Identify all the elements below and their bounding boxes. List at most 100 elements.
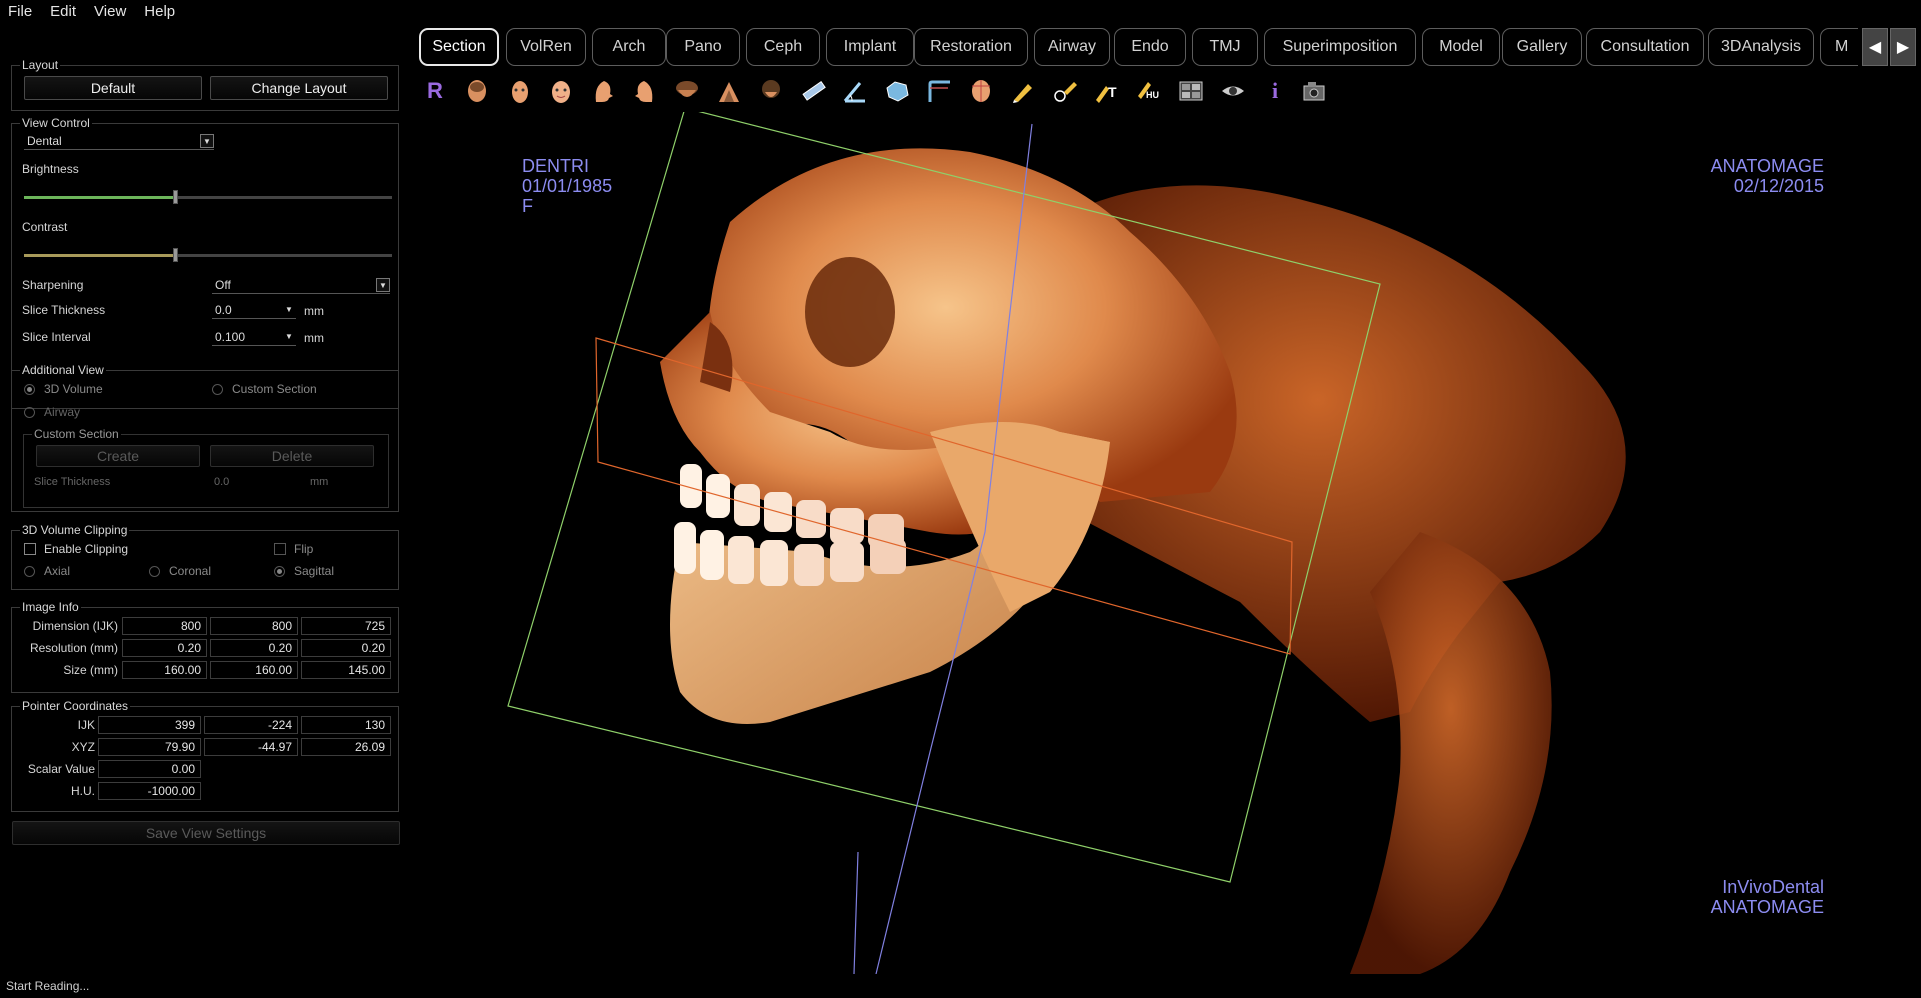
chevron-down-icon[interactable]: ▼ [282, 303, 296, 317]
tab-volren[interactable]: VolRen [506, 28, 586, 66]
tab-consultation[interactable]: Consultation [1586, 28, 1704, 66]
pointer-k: 130 [301, 716, 391, 734]
text-icon[interactable]: T [1092, 76, 1122, 106]
face-front-icon[interactable] [462, 76, 492, 106]
hu-icon[interactable]: HU [1134, 76, 1164, 106]
chevron-down-icon[interactable]: ▼ [376, 278, 390, 292]
pencil-circle-icon[interactable] [1050, 76, 1080, 106]
angle-icon[interactable] [840, 76, 870, 106]
clipping-title: 3D Volume Clipping [20, 523, 130, 537]
face-measure-icon[interactable] [966, 76, 996, 106]
camera-icon[interactable] [1300, 76, 1330, 106]
radio-custom-section-label: Custom Section [232, 382, 317, 396]
chevron-down-icon[interactable]: ▼ [200, 134, 214, 148]
face-right-icon[interactable] [546, 76, 576, 106]
reset-icon[interactable]: R [420, 76, 450, 106]
tab-more[interactable]: M [1820, 28, 1858, 66]
ruler-icon[interactable] [798, 76, 828, 106]
tab-scroll-right-button[interactable]: ▶ [1890, 28, 1916, 66]
tab-pano[interactable]: Pano [666, 28, 740, 66]
info-icon[interactable]: i [1260, 76, 1290, 106]
view-mode-dropdown[interactable]: Dental ▼ [24, 134, 214, 150]
eye-icon[interactable] [1218, 76, 1248, 106]
contrast-label: Contrast [22, 220, 68, 234]
delete-button[interactable]: Delete [210, 445, 374, 467]
default-layout-button[interactable]: Default [24, 76, 202, 100]
view-toolbar: R T HU i [420, 72, 1400, 110]
curve-icon[interactable] [924, 76, 954, 106]
layout-group: Layout Default Change Layout [11, 58, 399, 111]
menu-edit[interactable]: Edit [42, 3, 86, 20]
image-info-title: Image Info [20, 600, 81, 614]
chevron-down-icon[interactable]: ▼ [282, 330, 296, 344]
tab-endo[interactable]: Endo [1114, 28, 1186, 66]
resolution-i: 0.20 [122, 639, 207, 657]
xyz-label: XYZ [71, 740, 95, 754]
save-view-settings-button[interactable]: Save View Settings [12, 821, 400, 845]
radio-axial[interactable] [24, 566, 35, 577]
radio-3d-volume[interactable] [24, 384, 35, 395]
tab-tmj[interactable]: TMJ [1192, 28, 1258, 66]
contrast-thumb[interactable] [173, 248, 178, 262]
skull-left-icon[interactable] [672, 76, 702, 106]
ijk-label: IJK [77, 718, 95, 732]
flip-label: Flip [294, 542, 314, 556]
tab-ceph[interactable]: Ceph [746, 28, 820, 66]
tab-3danalysis[interactable]: 3DAnalysis [1708, 28, 1814, 66]
face-bottom-icon[interactable] [630, 76, 660, 106]
tab-arch[interactable]: Arch [592, 28, 666, 66]
slice-interval-input[interactable]: 0.100 ▼ [212, 330, 296, 346]
tab-section[interactable]: Section [419, 28, 499, 66]
size-i: 160.00 [122, 661, 207, 679]
radio-coronal-label: Coronal [169, 564, 212, 578]
tab-superimposition[interactable]: Superimposition [1264, 28, 1416, 66]
contrast-slider[interactable] [24, 248, 392, 262]
tab-implant[interactable]: Implant [826, 28, 914, 66]
layout-group-title: Layout [20, 58, 61, 72]
3d-viewport[interactable]: DENTRI 01/01/1985 F ANATOMAGE 02/12/2015… [410, 112, 1921, 974]
flip-checkbox[interactable] [274, 543, 286, 555]
status-bar-text: Start Reading... [6, 979, 90, 993]
brightness-thumb[interactable] [173, 190, 178, 204]
radio-sagittal[interactable] [274, 566, 285, 577]
tab-airway[interactable]: Airway [1034, 28, 1110, 66]
clipping-group: 3D Volume Clipping Enable Clipping Flip … [11, 523, 399, 590]
slice-thickness-value: 0.0 [215, 303, 232, 317]
area-icon[interactable] [882, 76, 912, 106]
tab-gallery[interactable]: Gallery [1502, 28, 1582, 66]
hu-label: H.U. [71, 784, 95, 798]
slice-thickness-input[interactable]: 0.0 ▼ [212, 303, 296, 319]
skull-right-icon[interactable] [714, 76, 744, 106]
custom-slice-thickness-value[interactable]: 0.0 [214, 476, 229, 488]
skull-volume-render[interactable] [410, 112, 1921, 974]
layout-icon[interactable] [1176, 76, 1206, 106]
resolution-j: 0.20 [210, 639, 298, 657]
brightness-slider[interactable] [24, 190, 392, 204]
left-control-panel: Layout Default Change Layout View Contro… [0, 55, 408, 935]
pencil-icon[interactable] [1008, 76, 1038, 106]
menu-file[interactable]: File [0, 3, 42, 20]
tab-model[interactable]: Model [1422, 28, 1500, 66]
sharpening-dropdown[interactable]: Off ▼ [212, 278, 390, 294]
radio-sagittal-label: Sagittal [294, 564, 335, 578]
tab-scroll-left-button[interactable]: ◀ [1862, 28, 1888, 66]
face-top-icon[interactable] [588, 76, 618, 106]
change-layout-button[interactable]: Change Layout [210, 76, 388, 100]
module-tab-bar: Section VolRen Arch Pano Ceph Implant Re… [418, 28, 1858, 70]
radio-airway[interactable] [24, 407, 35, 418]
slice-thickness-label: Slice Thickness [22, 303, 106, 317]
skull-top-icon[interactable] [756, 76, 786, 106]
brightness-label: Brightness [22, 162, 79, 176]
radio-custom-section[interactable] [212, 384, 223, 395]
create-button[interactable]: Create [36, 445, 200, 467]
scan-date: 02/12/2015 [1733, 176, 1824, 196]
slice-interval-value: 0.100 [215, 330, 246, 344]
face-left-icon[interactable] [504, 76, 534, 106]
menu-view[interactable]: View [86, 3, 136, 20]
resolution-k: 0.20 [301, 639, 391, 657]
tab-restoration[interactable]: Restoration [914, 28, 1028, 66]
radio-coronal[interactable] [149, 566, 160, 577]
menu-help[interactable]: Help [136, 3, 185, 20]
enable-clipping-checkbox[interactable] [24, 543, 36, 555]
slice-thickness-unit: mm [304, 304, 324, 318]
